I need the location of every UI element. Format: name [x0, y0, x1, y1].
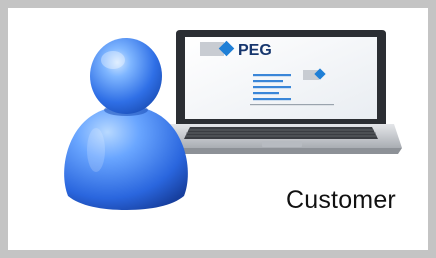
- logo-text: PEG: [238, 42, 272, 59]
- customer-illustration: PEG: [64, 30, 402, 210]
- laptop-icon: [160, 30, 402, 154]
- customer-label: Customer: [286, 186, 396, 214]
- person-icon: [64, 38, 188, 210]
